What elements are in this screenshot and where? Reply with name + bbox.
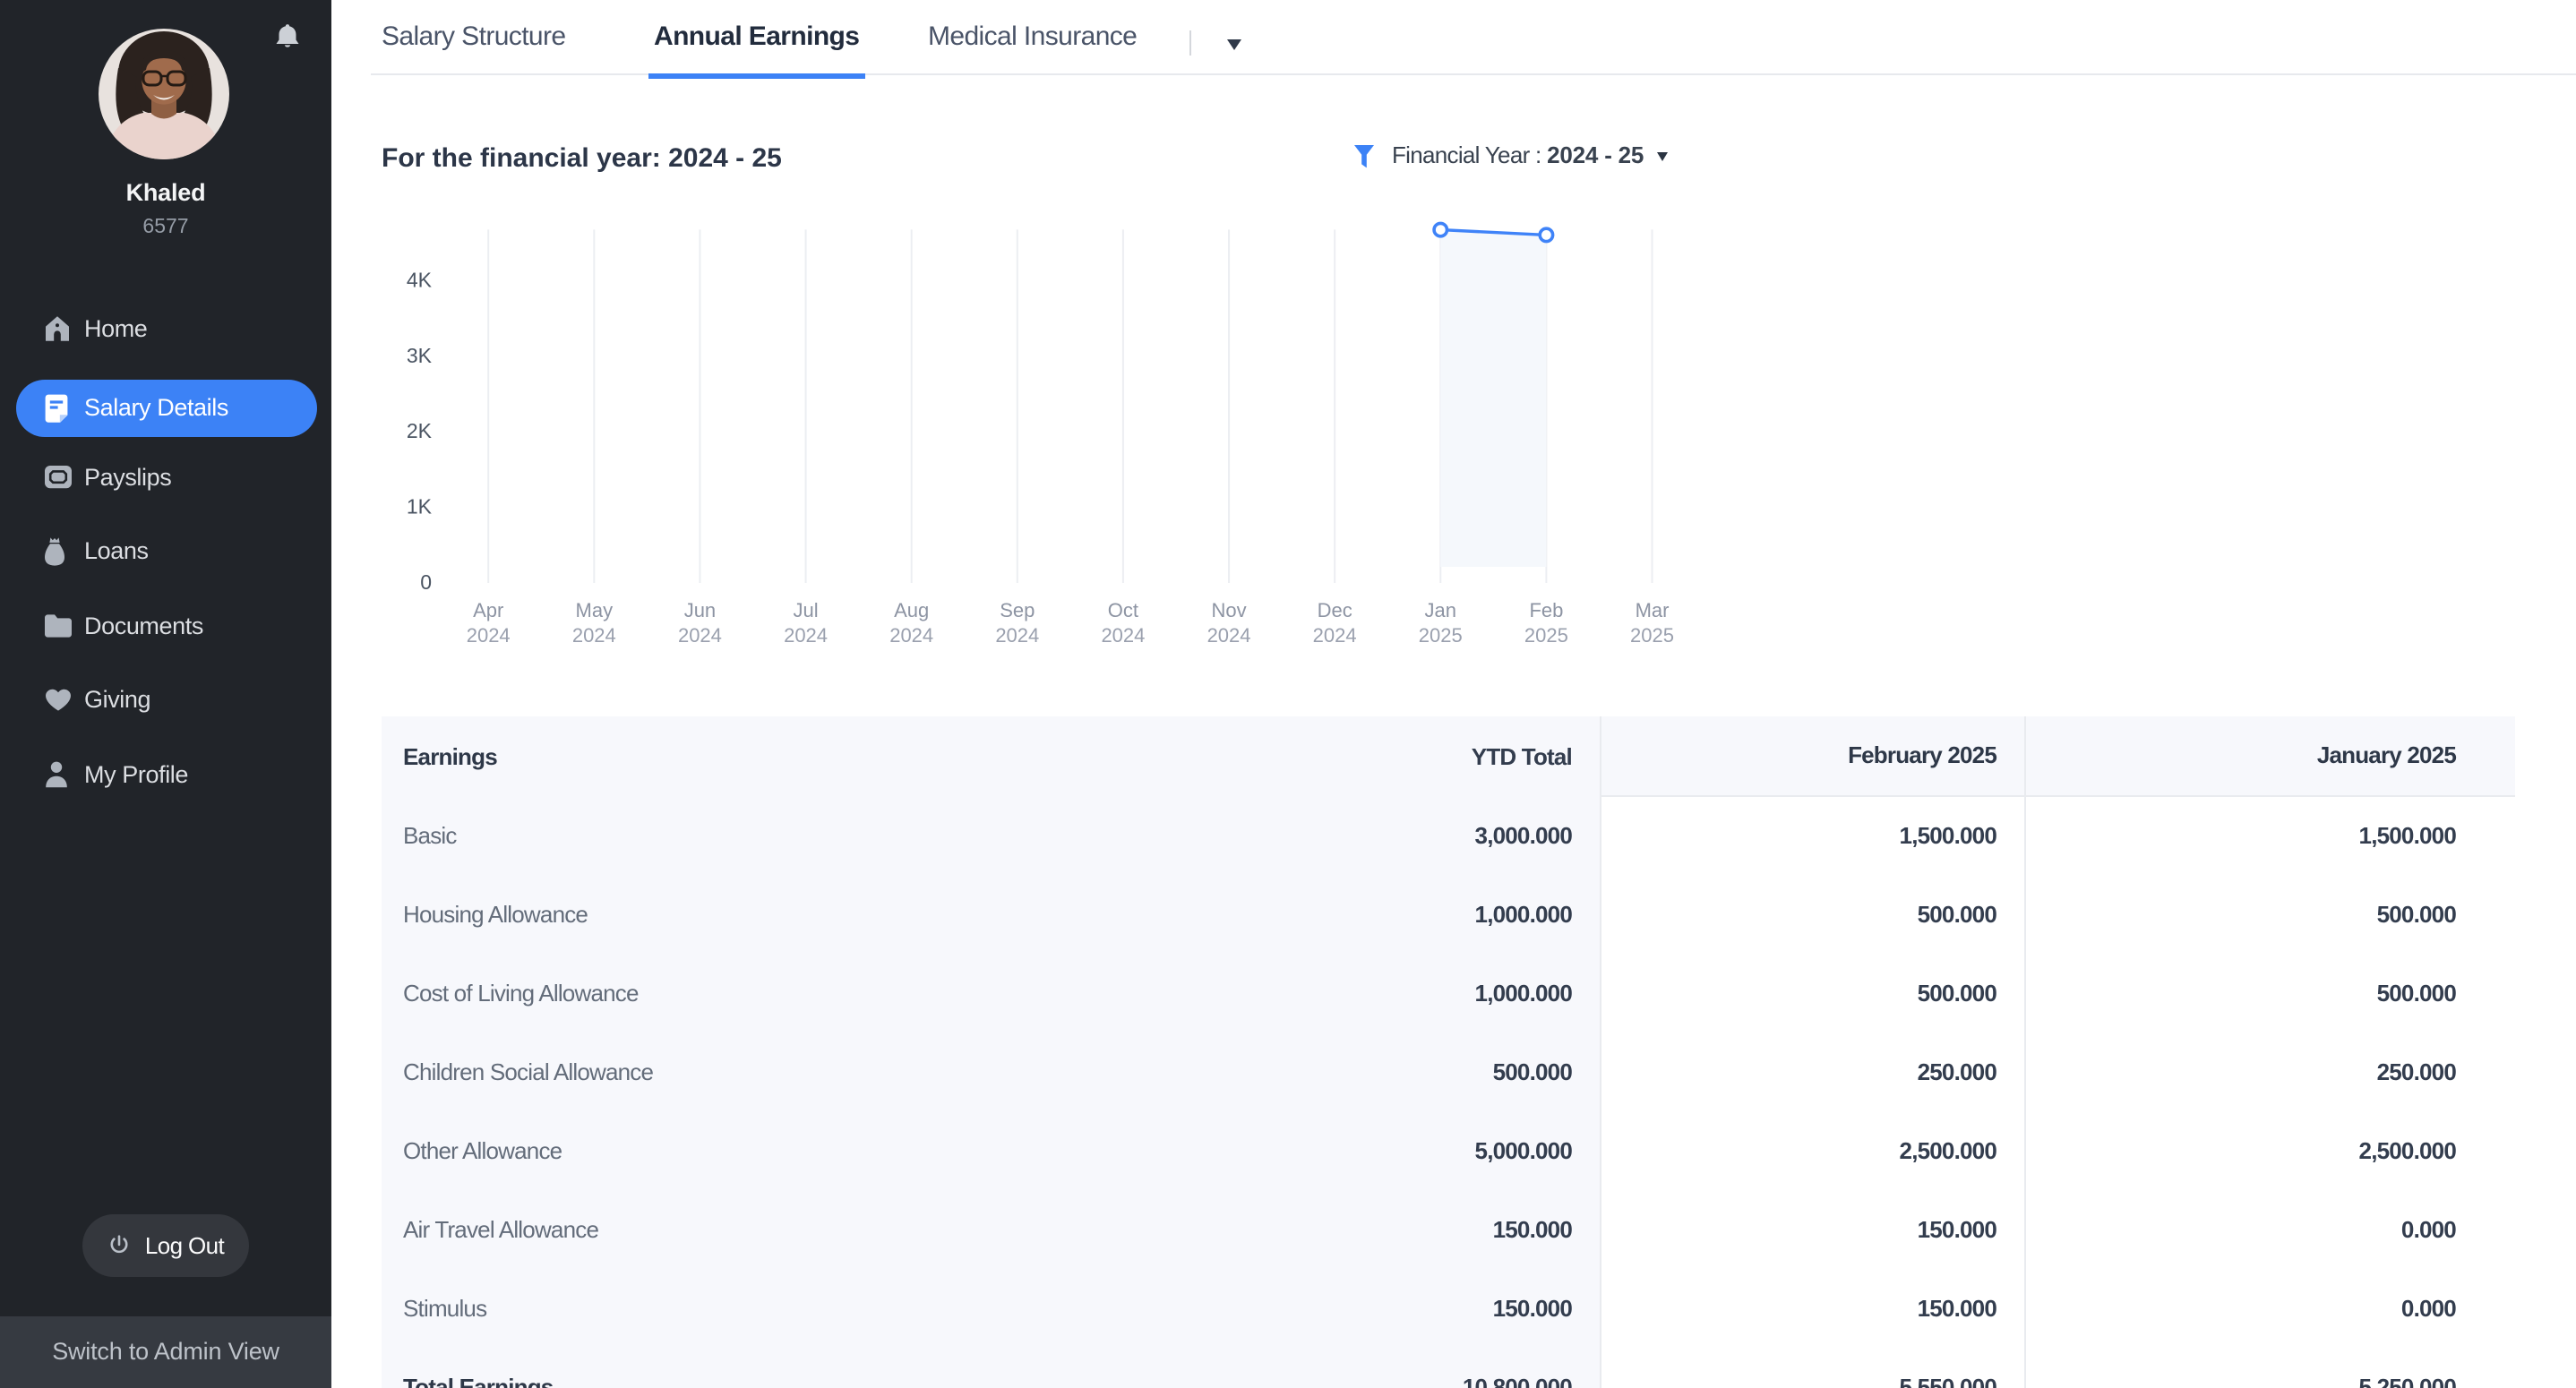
svg-text:2024: 2024 xyxy=(784,624,828,647)
svg-text:2025: 2025 xyxy=(1630,624,1674,647)
svg-text:Jun: Jun xyxy=(684,599,716,621)
svg-text:Feb: Feb xyxy=(1529,599,1563,621)
svg-text:Aug: Aug xyxy=(894,599,929,621)
svg-text:Jul: Jul xyxy=(793,599,818,621)
svg-text:2025: 2025 xyxy=(1419,624,1463,647)
svg-text:2024: 2024 xyxy=(1207,624,1251,647)
svg-text:Mar: Mar xyxy=(1636,599,1670,621)
svg-text:2024: 2024 xyxy=(1313,624,1357,647)
svg-text:2024: 2024 xyxy=(1101,624,1145,647)
svg-text:Sep: Sep xyxy=(1000,599,1035,621)
svg-text:1K: 1K xyxy=(407,495,433,518)
svg-text:2024: 2024 xyxy=(995,624,1039,647)
svg-text:Oct: Oct xyxy=(1108,599,1138,621)
svg-text:Dec: Dec xyxy=(1318,599,1352,621)
svg-text:2024: 2024 xyxy=(889,624,933,647)
svg-text:2024: 2024 xyxy=(572,624,616,647)
svg-text:3K: 3K xyxy=(407,344,433,367)
svg-text:0: 0 xyxy=(420,570,432,594)
svg-text:2025: 2025 xyxy=(1524,624,1568,647)
svg-text:2K: 2K xyxy=(407,419,433,442)
svg-text:Jan: Jan xyxy=(1425,599,1456,621)
svg-text:Nov: Nov xyxy=(1211,599,1246,621)
svg-text:4K: 4K xyxy=(407,268,433,291)
svg-text:2024: 2024 xyxy=(678,624,722,647)
svg-text:May: May xyxy=(576,599,614,621)
svg-text:2024: 2024 xyxy=(467,624,511,647)
svg-text:Apr: Apr xyxy=(473,599,503,621)
